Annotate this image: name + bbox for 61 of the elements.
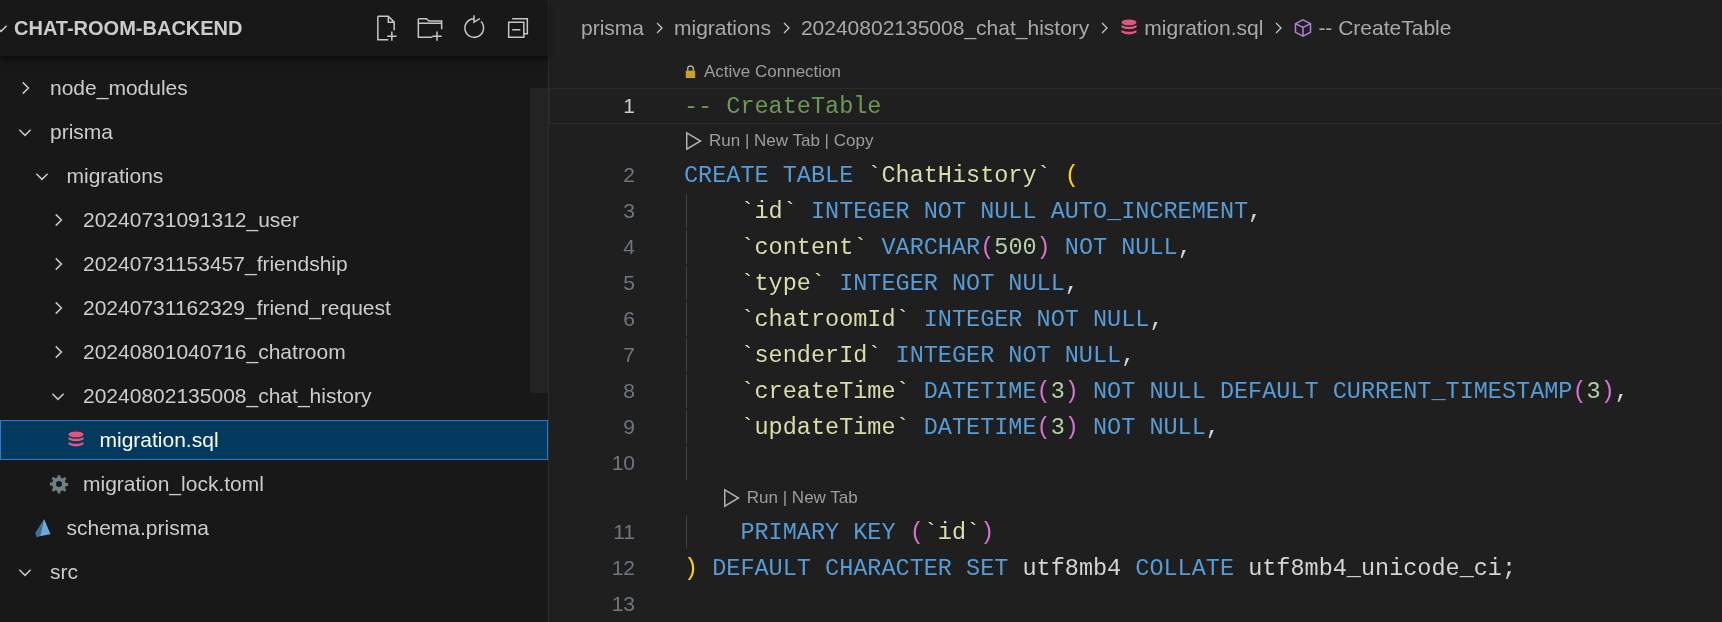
line-number: 2: [622, 163, 636, 187]
item-label: node_modules: [50, 76, 188, 100]
code-line: `type` INTEGER NOT NULL,: [739, 269, 1079, 297]
tree-item[interactable]: 20240731091312_user: [0, 200, 529, 240]
code-line: `content` VARCHAR(500) NOT NULL,: [739, 233, 1192, 261]
code-line: CREATE TABLE `ChatHistory` (: [684, 161, 1079, 189]
item-label: src: [50, 560, 78, 584]
tree-item[interactable]: node_modules: [0, 68, 529, 108]
item-label: migration_lock.toml: [83, 472, 264, 496]
tree-item[interactable]: src: [0, 552, 529, 592]
line-number: 4: [622, 235, 636, 259]
tree-item[interactable]: migration_lock.toml: [0, 464, 529, 504]
lock-icon: [683, 64, 698, 79]
item-label: 20240731162329_friend_request: [83, 296, 391, 320]
line-number: 9: [622, 415, 636, 439]
line-number: 3: [622, 199, 636, 223]
line-number: 7: [622, 343, 636, 367]
breadcrumb-item[interactable]: 20240802135008_chat_history: [800, 15, 1090, 40]
code-line: -- CreateTable: [684, 92, 882, 120]
item-label: prisma: [50, 120, 113, 144]
tree-item[interactable]: prisma: [0, 112, 529, 152]
tree-item[interactable]: 20240802135008_chat_history: [0, 376, 529, 416]
tree-item[interactable]: migration.sql: [0, 420, 548, 460]
play-icon[interactable]: [683, 130, 703, 151]
gear-icon: [49, 474, 69, 494]
tree-item[interactable]: 20240801040716_chatroom: [0, 332, 529, 372]
item-label: 20240731153457_friendship: [83, 252, 348, 276]
code-line: `senderId` INTEGER NOT NULL,: [739, 341, 1136, 369]
item-label: migrations: [66, 164, 164, 188]
code-line: `updateTime` DATETIME(3) NOT NULL,: [739, 413, 1220, 441]
breadcrumb-item[interactable]: migration.sql: [1144, 15, 1264, 40]
item-label: 20240731091312_user: [83, 208, 300, 232]
tree-item[interactable]: 20240731162329_friend_request: [0, 288, 529, 328]
line-number: 5: [622, 271, 636, 295]
item-label: 20240802135008_chat_history: [83, 384, 372, 408]
code-line: `chatroomId` INTEGER NOT NULL,: [739, 305, 1164, 333]
codelens-text[interactable]: Run | New Tab | Copy: [709, 130, 874, 151]
line-number: 1: [622, 94, 636, 118]
tree-item[interactable]: schema.prisma: [0, 508, 529, 548]
line-number: 10: [610, 451, 636, 475]
codelens-text[interactable]: Run | New Tab: [746, 487, 858, 508]
tree-item[interactable]: migrations: [0, 156, 529, 196]
line-number: 13: [610, 592, 636, 616]
item-label: 20240801040716_chatroom: [83, 340, 346, 364]
code-line: ) DEFAULT CHARACTER SET utf8mb4 COLLATE utf8mb4_unicode_ci;: [684, 554, 1517, 582]
item-label: migration.sql: [99, 428, 219, 452]
line-number: 12: [610, 556, 636, 580]
breadcrumb-item[interactable]: -- CreateTable: [1318, 15, 1452, 40]
breadcrumb-item[interactable]: prisma: [581, 15, 644, 40]
code-line: `createTime` DATETIME(3) NOT NULL DEFAULT CURRENT_TIMESTAMP(3),: [739, 377, 1629, 405]
code-line: `id` INTEGER NOT NULL AUTO_INCREMENT,: [739, 197, 1263, 225]
item-label: schema.prisma: [66, 516, 209, 540]
breadcrumb-item[interactable]: migrations: [674, 15, 771, 40]
code-line: PRIMARY KEY (`id`): [739, 518, 995, 546]
line-number: 11: [612, 520, 636, 544]
codelens-text[interactable]: Active Connection: [704, 61, 842, 82]
line-number: 6: [622, 307, 636, 331]
line-number: 8: [622, 379, 636, 403]
explorer-title: CHAT-ROOM-BACKEND: [14, 16, 243, 40]
cube-icon: [1293, 17, 1314, 38]
tree-item[interactable]: 20240731153457_friendship: [0, 244, 529, 284]
